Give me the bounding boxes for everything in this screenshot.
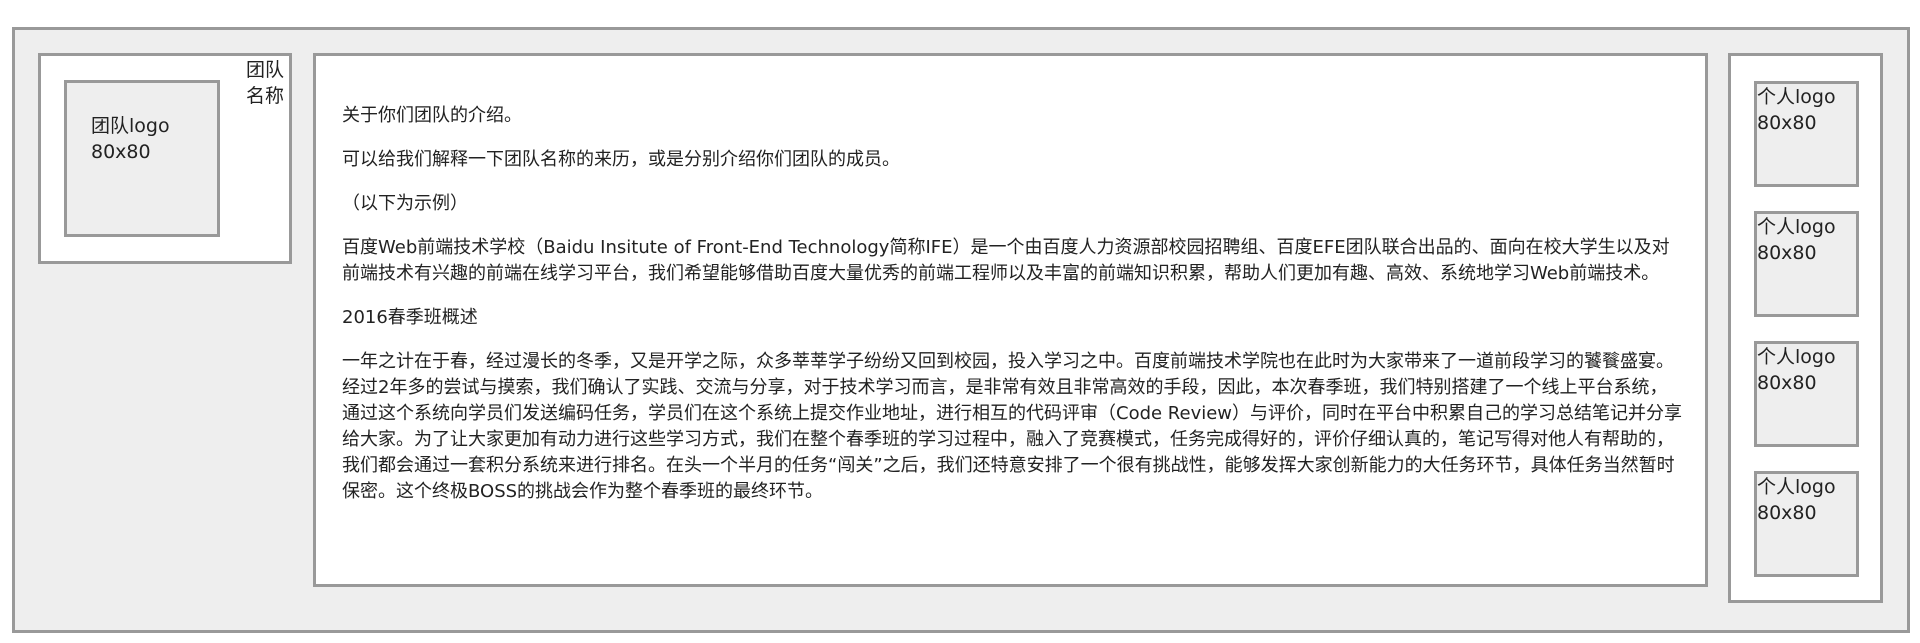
member-logo-label: 个人logo [1757, 216, 1836, 238]
member-logo: 个人logo 80x80 [1754, 471, 1859, 577]
intro-paragraph: 可以给我们解释一下团队名称的来历，或是分别介绍你们团队的成员。 [342, 149, 900, 170]
intro-paragraph: 一年之计在于春，经过漫长的冬季，又是开学之际，众多莘莘学子纷纷又回到校园，投入学… [342, 351, 1683, 502]
intro-paragraph: （以下为示例） [342, 193, 468, 214]
member-logo-size: 80x80 [1757, 372, 1817, 394]
team-name: 团队名称 [246, 59, 285, 107]
member-logo: 个人logo 80x80 [1754, 211, 1859, 317]
intro-paragraph: 百度Web前端技术学校（Baidu Insitute of Front-End … [342, 237, 1670, 284]
member-logo: 个人logo 80x80 [1754, 341, 1859, 447]
intro-paragraph: 2016春季班概述 [342, 307, 478, 328]
team-logo-label: 团队logo [91, 115, 170, 137]
team-logo: 团队logo 80x80 [64, 80, 220, 237]
team-logo-size: 80x80 [91, 141, 151, 163]
intro-paragraph: 关于你们团队的介绍。 [342, 105, 522, 126]
member-logo-size: 80x80 [1757, 242, 1817, 264]
member-logo-label: 个人logo [1757, 476, 1836, 498]
member-logo: 个人logo 80x80 [1754, 81, 1859, 187]
member-logo-label: 个人logo [1757, 346, 1836, 368]
member-logo-size: 80x80 [1757, 112, 1817, 134]
team-intro-content: 关于你们团队的介绍。 可以给我们解释一下团队名称的来历，或是分别介绍你们团队的成… [313, 53, 1708, 587]
member-logo-label: 个人logo [1757, 86, 1836, 108]
member-logo-size: 80x80 [1757, 502, 1817, 524]
